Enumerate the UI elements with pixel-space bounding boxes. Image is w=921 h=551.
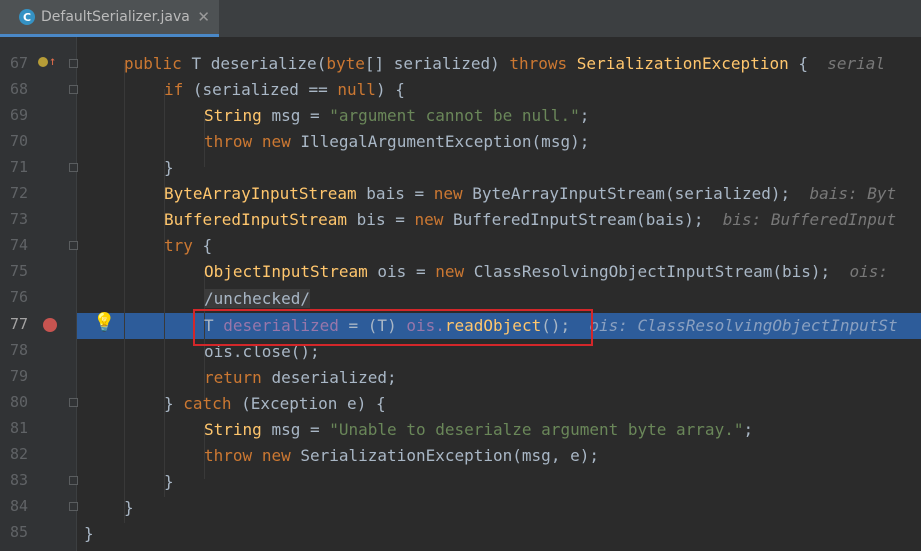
code-line-80[interactable]: } catch (Exception e) { — [164, 391, 921, 417]
line-number: 79 — [10, 367, 29, 385]
line-number: 85 — [10, 523, 29, 541]
line-number: 84 — [10, 497, 29, 515]
code-line-82[interactable]: throw new SerializationException(msg, e)… — [204, 443, 921, 469]
line-number: 82 — [10, 445, 29, 463]
line-number: 73 — [10, 210, 29, 228]
code-line-83[interactable]: } — [164, 469, 921, 495]
code-line-81[interactable]: String msg = "Unable to deserialze argum… — [204, 417, 921, 443]
line-number: 68 — [10, 80, 29, 98]
line-number: 69 — [10, 106, 29, 124]
line-number: 71 — [10, 158, 29, 176]
line-number: 83 — [10, 471, 29, 489]
tab-defaultserializer[interactable]: C DefaultSerializer.java ✕ — [0, 0, 219, 37]
editor-tab-bar: C DefaultSerializer.java ✕ — [0, 0, 921, 37]
close-icon[interactable]: ✕ — [197, 8, 210, 26]
override-arrow-icon[interactable]: ↑ — [49, 54, 56, 68]
code-editor[interactable]: public T deserialize(byte[] serialized) … — [77, 37, 921, 551]
code-line-70[interactable]: throw new IllegalArgumentException(msg); — [204, 129, 921, 155]
indent-guide — [164, 89, 165, 497]
line-number: 81 — [10, 419, 29, 437]
line-number-current: 77 — [10, 315, 29, 333]
code-line-84[interactable]: } — [124, 495, 921, 521]
tab-label: DefaultSerializer.java — [41, 9, 190, 25]
code-line-69[interactable]: String msg = "argument cannot be null."; — [204, 103, 921, 129]
code-line-72[interactable]: ByteArrayInputStream bais = new ByteArra… — [164, 181, 921, 207]
line-number: 80 — [10, 393, 29, 411]
annotation-box — [193, 309, 593, 346]
java-class-icon: C — [19, 9, 35, 25]
code-line-68[interactable]: if (serialized == null) { — [164, 77, 921, 103]
indent-guide — [124, 63, 125, 523]
line-number: 74 — [10, 236, 29, 254]
lightbulb-icon[interactable]: 💡 — [93, 312, 115, 333]
code-line-67[interactable]: public T deserialize(byte[] serialized) … — [124, 51, 921, 77]
line-number: 78 — [10, 341, 29, 359]
code-line-79[interactable]: return deserialized; — [204, 365, 921, 391]
line-number: 72 — [10, 184, 29, 202]
override-icon[interactable] — [38, 57, 48, 67]
code-line-73[interactable]: BufferedInputStream bis = new BufferedIn… — [164, 207, 921, 233]
line-number: 70 — [10, 132, 29, 150]
code-line-71[interactable]: } — [164, 155, 921, 181]
breakpoint-icon[interactable] — [43, 318, 57, 332]
line-number: 76 — [10, 288, 29, 306]
line-number: 75 — [10, 262, 29, 280]
code-line-85[interactable]: } — [84, 521, 921, 547]
code-line-75[interactable]: ObjectInputStream ois = new ClassResolvi… — [204, 259, 921, 285]
code-line-74[interactable]: try { — [164, 233, 921, 259]
line-number: 67 — [10, 54, 29, 72]
